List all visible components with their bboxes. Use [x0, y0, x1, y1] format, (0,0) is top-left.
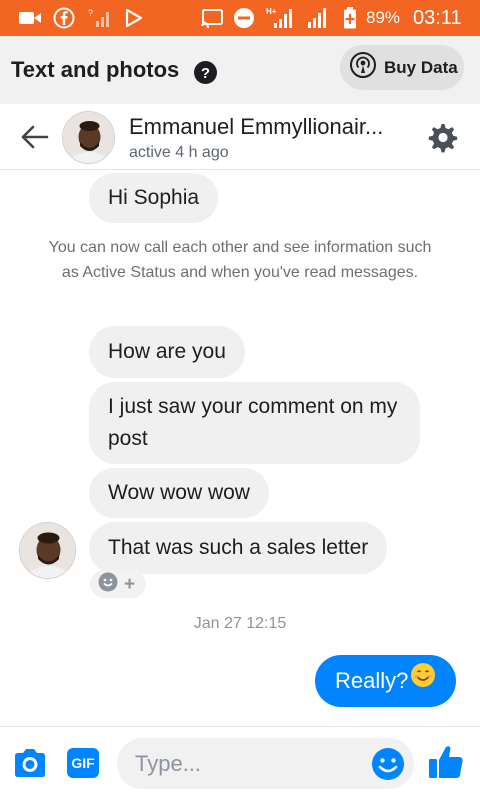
play-icon [121, 6, 145, 30]
facebook-icon [52, 6, 76, 30]
do-not-disturb-icon [232, 6, 256, 30]
buy-data-label: Buy Data [384, 57, 458, 77]
svg-text:?: ? [201, 65, 210, 82]
active-status: active 4 h ago [129, 144, 229, 161]
contact-avatar[interactable] [62, 111, 115, 164]
status-bar: ? H+ 89% 03:11 [0, 0, 480, 36]
buy-data-button[interactable]: Buy Data [340, 45, 464, 90]
sender-avatar[interactable] [19, 522, 76, 579]
battery-percent: 89% [366, 8, 401, 27]
smiley-icon [98, 572, 118, 597]
outgoing-text: Really? [335, 668, 409, 693]
composer-bar: GIF [0, 726, 480, 800]
message-bubble[interactable]: That was such a sales letter [89, 522, 388, 574]
message-timestamp: Jan 27 12:15 [193, 615, 287, 632]
signal-icon: ? [88, 6, 112, 30]
gear-icon[interactable] [424, 118, 462, 156]
message-input[interactable] [117, 738, 414, 789]
svg-text:?: ? [88, 8, 93, 18]
clock-time: 03:11 [413, 7, 462, 29]
signal-icon: H+ [266, 6, 296, 30]
smiling-emoji-icon [410, 655, 436, 707]
message-bubble[interactable]: How are you [89, 326, 245, 378]
plus-icon: + [124, 573, 136, 595]
emoji-icon[interactable] [371, 747, 405, 781]
app-title: Text and photos [11, 57, 180, 82]
add-reaction-button[interactable]: + [90, 570, 146, 598]
message-bubble[interactable]: Wow wow wow [89, 468, 269, 518]
message-bubble-outgoing[interactable]: Really? [315, 655, 457, 707]
conversation-header: Emmanuel Emmyllionair... active 4 h ago [0, 104, 480, 170]
svg-text:H+: H+ [266, 7, 277, 16]
camera-icon[interactable] [12, 747, 48, 779]
thumbs-up-icon[interactable] [426, 742, 466, 782]
broadcast-icon [350, 52, 376, 83]
message-thread[interactable]: Hi Sophia You can now call each other an… [0, 170, 480, 726]
gif-button[interactable]: GIF [67, 748, 99, 778]
system-notice: You can now call each other and see info… [48, 239, 432, 281]
back-arrow-icon[interactable] [18, 120, 52, 154]
signal-icon [304, 6, 332, 30]
message-bubble[interactable]: I just saw your comment on my post [89, 382, 420, 464]
video-icon [17, 6, 43, 30]
contact-name[interactable]: Emmanuel Emmyllionair... [129, 114, 411, 140]
message-bubble-greeting[interactable]: Hi Sophia [89, 173, 219, 223]
cast-icon [199, 6, 225, 30]
battery-icon [342, 6, 358, 30]
help-icon[interactable]: ? [194, 61, 217, 84]
app-header: Text and photos ? Buy Data [0, 36, 480, 104]
